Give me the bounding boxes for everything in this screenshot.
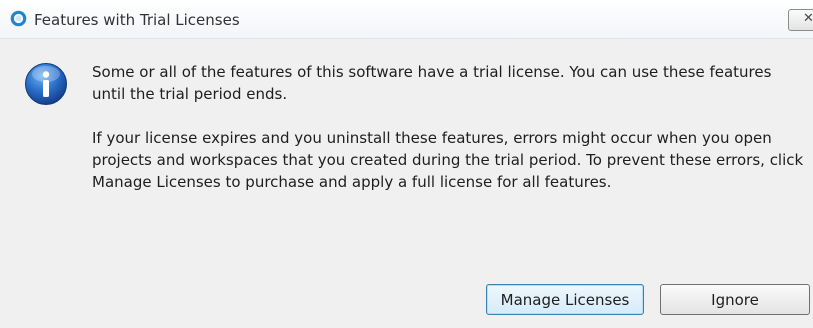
information-icon	[25, 63, 67, 105]
close-button[interactable]: ✕	[788, 9, 813, 31]
ring-icon	[10, 10, 27, 27]
message-paragraph-1: Some or all of the features of this soft…	[92, 63, 772, 103]
message-paragraph-2: If your license expires and you uninstal…	[92, 129, 804, 191]
close-icon: ✕	[803, 11, 813, 26]
window-title: Features with Trial Licenses	[34, 11, 240, 29]
manage-licenses-button[interactable]: Manage Licenses	[486, 284, 644, 315]
message-text: Some or all of the features of this soft…	[92, 61, 807, 193]
ignore-button[interactable]: Ignore	[660, 284, 810, 315]
title-bar: Features with Trial Licenses ✕	[0, 0, 813, 39]
